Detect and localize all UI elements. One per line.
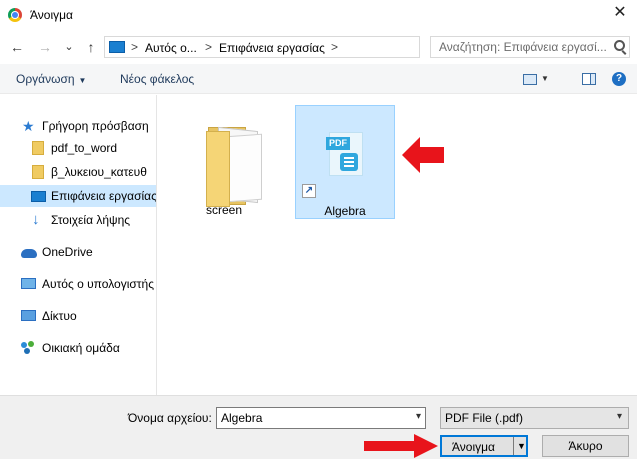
file-item-algebra-pdf[interactable]: PDF ↗ Algebra bbox=[295, 105, 395, 219]
filename-label: Όνομα αρχείου: bbox=[128, 411, 212, 425]
sidebar-item-this-pc[interactable]: Αυτός ο υπολογιστής bbox=[0, 273, 156, 295]
chevron-down-icon: ▼ bbox=[78, 76, 87, 85]
homegroup-icon bbox=[21, 341, 35, 355]
file-list: screen PDF ↗ Algebra bbox=[158, 95, 637, 395]
dialog-footer: Όνομα αρχείου: Algebra ▾ PDF File (.pdf)… bbox=[0, 395, 637, 459]
open-button[interactable]: Άνοιγμα ▼ bbox=[440, 435, 528, 457]
window-title: Άνοιγμα bbox=[30, 8, 73, 22]
chevron-down-icon: ▾ bbox=[616, 411, 622, 422]
up-button[interactable]: ↑ bbox=[82, 38, 100, 56]
red-arrow-annotation-icon bbox=[402, 137, 444, 173]
breadcrumb-desktop[interactable]: Επιφάνεια εργασίας bbox=[219, 41, 325, 55]
sidebar-item-label: Επιφάνεια εργασίας bbox=[51, 189, 156, 203]
sidebar-item-network[interactable]: Δίκτυο bbox=[0, 305, 156, 327]
shortcut-arrow-icon: ↗ bbox=[302, 184, 316, 198]
breadcrumb-separator: > bbox=[205, 40, 213, 54]
sidebar-item-homegroup[interactable]: Οικιακή ομάδα bbox=[0, 337, 156, 359]
command-bar: Οργάνωση ▼ Νέος φάκελος ▼ ? bbox=[0, 64, 637, 94]
file-item-screen-folder[interactable]: screen bbox=[174, 105, 274, 219]
cloud-icon bbox=[21, 249, 37, 258]
navigation-bar: ← → ⌄ ↑ > Αυτός ο... > Επιφάνεια εργασία… bbox=[0, 30, 637, 64]
red-arrow-annotation-icon bbox=[364, 434, 438, 458]
chevron-down-icon[interactable]: ▾ bbox=[416, 411, 421, 422]
star-icon: ★ bbox=[22, 118, 35, 134]
help-icon[interactable]: ? bbox=[612, 72, 626, 86]
sidebar-item-label: Οικιακή ομάδα bbox=[42, 341, 120, 355]
download-icon: ↓ bbox=[32, 211, 40, 228]
chrome-icon bbox=[8, 8, 22, 22]
sidebar-item-label: pdf_to_word bbox=[51, 141, 118, 155]
filename-value: Algebra bbox=[221, 411, 263, 425]
pdf-badge: PDF bbox=[326, 137, 350, 150]
sidebar-item-quick-access[interactable]: ★ Γρήγορη πρόσβαση bbox=[0, 115, 156, 137]
preview-pane-icon[interactable] bbox=[582, 73, 596, 85]
folder-icon bbox=[32, 165, 44, 179]
filename-field[interactable]: Algebra ▾ bbox=[216, 407, 426, 429]
file-name: Algebra bbox=[324, 204, 366, 218]
file-type-select[interactable]: PDF File (.pdf) ▾ bbox=[440, 407, 629, 429]
recent-locations-button[interactable]: ⌄ bbox=[60, 38, 78, 56]
sidebar-item-label: β_λυκειου_κατευθ bbox=[51, 165, 147, 179]
pdf-file-icon: PDF bbox=[326, 132, 363, 176]
sidebar-item-label: Γρήγορη πρόσβαση bbox=[42, 119, 149, 133]
cancel-button[interactable]: Άκυρο bbox=[542, 435, 629, 457]
sidebar-item-onedrive[interactable]: OneDrive bbox=[0, 241, 156, 263]
organize-button[interactable]: Οργάνωση ▼ bbox=[16, 72, 86, 86]
sidebar-item-pdf-to-word[interactable]: pdf_to_word bbox=[0, 137, 156, 159]
file-type-value: PDF File (.pdf) bbox=[445, 411, 524, 425]
search-icon bbox=[614, 40, 625, 51]
desktop-icon bbox=[31, 191, 46, 202]
breadcrumb-this-pc[interactable]: Αυτός ο... bbox=[145, 41, 197, 55]
sidebar-item-label: Δίκτυο bbox=[42, 309, 77, 323]
sidebar-item-desktop[interactable]: Επιφάνεια εργασίας bbox=[0, 185, 156, 207]
back-button[interactable]: ← bbox=[8, 38, 26, 56]
change-view-icon[interactable] bbox=[523, 74, 537, 85]
chevron-down-icon[interactable]: ▼ bbox=[517, 441, 526, 451]
organize-label: Οργάνωση bbox=[16, 72, 75, 86]
file-name: screen bbox=[205, 203, 243, 217]
folder-icon bbox=[32, 141, 44, 155]
search-placeholder: Αναζήτηση: Επιφάνεια εργασί... bbox=[439, 40, 607, 54]
title-bar: Άνοιγμα ✕ bbox=[0, 0, 637, 30]
open-button-label: Άνοιγμα bbox=[452, 440, 495, 454]
close-button[interactable]: ✕ bbox=[603, 0, 637, 28]
chevron-down-icon[interactable]: ▼ bbox=[541, 74, 549, 83]
sidebar-item-downloads[interactable]: ↓ Στοιχεία λήψης bbox=[0, 209, 156, 231]
computer-icon bbox=[109, 41, 125, 53]
new-folder-button[interactable]: Νέος φάκελος bbox=[120, 72, 194, 86]
sidebar-item-label: OneDrive bbox=[42, 245, 93, 259]
sidebar-item-label: Στοιχεία λήψης bbox=[51, 213, 131, 227]
breadcrumb-separator: > bbox=[131, 40, 139, 54]
breadcrumb-separator: > bbox=[331, 40, 339, 54]
address-bar[interactable]: > Αυτός ο... > Επιφάνεια εργασίας > ▾ ↻ bbox=[104, 36, 515, 58]
computer-icon bbox=[21, 278, 36, 289]
search-input[interactable]: Αναζήτηση: Επιφάνεια εργασί... bbox=[430, 36, 630, 58]
sidebar-item-b-lykeiou[interactable]: β_λυκειου_κατευθ bbox=[0, 161, 156, 183]
forward-button[interactable]: → bbox=[36, 38, 54, 56]
sidebar-item-label: Αυτός ο υπολογιστής bbox=[42, 277, 154, 291]
navigation-pane: ★ Γρήγορη πρόσβαση pdf_to_word β_λυκειου… bbox=[0, 95, 157, 395]
network-icon bbox=[21, 310, 36, 321]
